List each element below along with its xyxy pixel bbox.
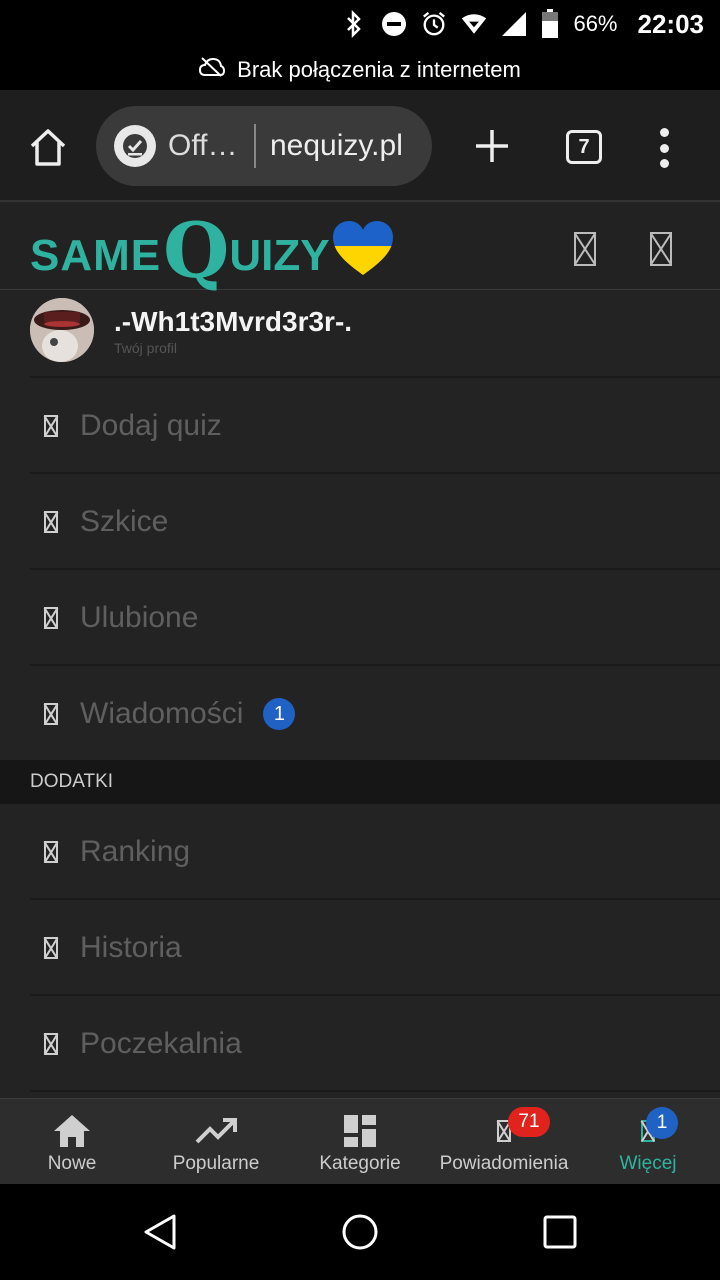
profile-row[interactable]: .-Wh1t3Mvrd3r3r-. Twój profil bbox=[0, 290, 720, 378]
profile-subtitle: Twój profil bbox=[114, 340, 178, 356]
tabs-button[interactable]: 7 bbox=[566, 130, 602, 164]
recents-icon[interactable] bbox=[540, 1212, 580, 1252]
cellular-signal-icon bbox=[501, 11, 527, 37]
browser-toolbar: Off… nequizy.pl 7 bbox=[0, 90, 720, 202]
offline-banner: Brak połączenia z internetem bbox=[0, 50, 720, 90]
new-tab-plus-icon bbox=[476, 130, 508, 162]
do-not-disturb-icon bbox=[381, 11, 407, 37]
history-icon bbox=[44, 937, 58, 959]
menu-item-ranking[interactable]: Ranking bbox=[0, 804, 720, 900]
home-circle-icon[interactable] bbox=[340, 1212, 380, 1252]
battery-percent: 66% bbox=[573, 11, 618, 36]
offline-check-icon[interactable] bbox=[114, 125, 156, 167]
nav-tab-popular[interactable]: Popularne bbox=[144, 1099, 288, 1185]
cloud-off-icon bbox=[199, 57, 226, 83]
search-icon[interactable] bbox=[574, 232, 596, 266]
home-button[interactable] bbox=[26, 126, 70, 170]
section-header-extras: DODATKI bbox=[0, 760, 720, 804]
menu-item-add-quiz[interactable]: Dodaj quiz bbox=[0, 378, 720, 474]
new-tab-button[interactable] bbox=[470, 124, 514, 168]
trending-up-icon bbox=[195, 1111, 237, 1151]
alarm-icon bbox=[421, 11, 447, 37]
waiting-room-icon bbox=[44, 1033, 58, 1055]
offline-banner-text: Brak połączenia z internetem bbox=[237, 57, 521, 82]
menu-item-messages[interactable]: Wiadomości 1 bbox=[0, 666, 720, 762]
notifications-badge: 71 bbox=[508, 1107, 550, 1137]
more-badge: 1 bbox=[646, 1107, 678, 1139]
menu-item-favorites[interactable]: Ulubione bbox=[0, 570, 720, 666]
battery-icon bbox=[541, 9, 559, 38]
nav-tab-notifications[interactable]: Powiadomienia 71 bbox=[432, 1099, 576, 1185]
site-header: SAME Q UIZY bbox=[0, 204, 720, 290]
ukraine-heart-icon bbox=[332, 221, 393, 275]
url-text[interactable]: nequizy.pl bbox=[270, 129, 403, 163]
status-bar: 66% 22:03 bbox=[0, 0, 720, 50]
avatar[interactable] bbox=[30, 298, 94, 362]
wifi-icon bbox=[461, 11, 487, 37]
menu-item-history[interactable]: Historia bbox=[0, 900, 720, 996]
nav-tab-categories[interactable]: Kategorie bbox=[288, 1099, 432, 1185]
favorites-icon bbox=[44, 607, 58, 629]
menu-item-waiting-room[interactable]: Poczekalnia bbox=[0, 996, 720, 1092]
dashboard-icon bbox=[343, 1111, 377, 1151]
messages-badge: 1 bbox=[263, 698, 296, 730]
samequizy-logo[interactable]: SAME Q UIZY bbox=[30, 210, 394, 289]
extras-menu: Ranking Historia Poczekalnia bbox=[0, 804, 720, 1092]
messages-icon bbox=[44, 703, 58, 725]
menu-icon[interactable] bbox=[650, 232, 672, 266]
tab-count: 7 bbox=[578, 135, 590, 158]
omnibox[interactable]: Off… nequizy.pl bbox=[96, 106, 432, 186]
add-quiz-icon bbox=[44, 415, 58, 437]
main-menu: Dodaj quiz Szkice Ulubione Wiadomości 1 bbox=[0, 378, 720, 762]
ranking-icon bbox=[44, 841, 58, 863]
omnibox-status: Off… bbox=[168, 129, 238, 162]
drafts-icon bbox=[44, 511, 58, 533]
omnibox-separator bbox=[254, 124, 256, 168]
nav-tab-more[interactable]: Więcej 1 bbox=[576, 1099, 720, 1185]
more-vert-icon[interactable] bbox=[652, 128, 676, 168]
home-icon bbox=[30, 129, 66, 166]
clock: 22:03 bbox=[637, 8, 705, 39]
menu-item-drafts[interactable]: Szkice bbox=[0, 474, 720, 570]
bluetooth-icon bbox=[341, 10, 367, 38]
home-icon bbox=[52, 1111, 92, 1151]
nav-tab-new[interactable]: Nowe bbox=[0, 1099, 144, 1185]
system-navigation-bar bbox=[0, 1184, 720, 1280]
back-icon[interactable] bbox=[140, 1212, 180, 1252]
bottom-navigation: Nowe Popularne Kategorie Powiadomienia 7… bbox=[0, 1098, 720, 1184]
profile-name[interactable]: .-Wh1t3Mvrd3r3r-. bbox=[114, 306, 352, 338]
